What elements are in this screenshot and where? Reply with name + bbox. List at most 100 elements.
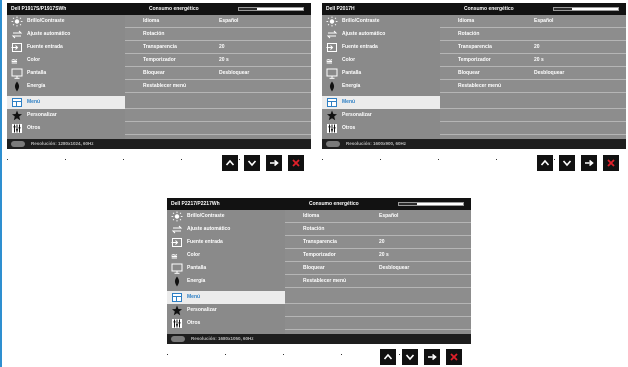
- menu-item-label: Ajuste automático: [342, 31, 386, 37]
- submenu-row[interactable]: [125, 96, 311, 109]
- up-button[interactable]: [380, 349, 396, 365]
- submenu-row[interactable]: Temporizador 20 s: [125, 54, 311, 67]
- submenu-row[interactable]: Restablecer menú: [285, 275, 471, 288]
- up-button[interactable]: [537, 155, 553, 171]
- osd-header: Dell P1917S/P1917SWh Consumo energético: [7, 3, 311, 15]
- menu-item[interactable]: Otros: [167, 317, 285, 330]
- up-button[interactable]: [222, 155, 238, 171]
- ok-button[interactable]: [424, 349, 440, 365]
- osd-footer: Resolución: 1280x1024, 60Hz: [7, 139, 311, 149]
- submenu-row[interactable]: Idioma Español: [285, 210, 471, 223]
- submenu-row[interactable]: Temporizador 20 s: [285, 249, 471, 262]
- menu-item[interactable]: Otros: [322, 122, 440, 135]
- menu-item[interactable]: Energía: [322, 80, 440, 93]
- monitor-buttons: [222, 155, 306, 171]
- setting-value: Desbloquear: [534, 70, 565, 76]
- position-mark: [322, 159, 323, 160]
- submenu-row[interactable]: [285, 304, 471, 317]
- menu-item[interactable]: Personalizar: [7, 109, 125, 122]
- submenu-row[interactable]: Idioma Español: [440, 15, 626, 28]
- menu-item[interactable]: Menú: [167, 291, 285, 304]
- submenu-row[interactable]: [440, 109, 626, 122]
- submenu-row[interactable]: Bloquear Desbloquear: [285, 262, 471, 275]
- menu-item[interactable]: ≅ Color: [7, 54, 125, 67]
- menu-item[interactable]: Menú: [7, 96, 125, 109]
- submenu-row[interactable]: Transparencia 20: [440, 41, 626, 54]
- submenu-row[interactable]: Restablecer menú: [440, 80, 626, 93]
- menu-item-label: Menú: [187, 294, 201, 300]
- menu-item[interactable]: Ajuste automático: [7, 28, 125, 41]
- submenu-row[interactable]: Restablecer menú: [125, 80, 311, 93]
- energy-usage-fill: [554, 8, 572, 10]
- osd-footer: Resolución: 1600x900, 60Hz: [322, 139, 626, 149]
- menu-item[interactable]: Otros: [7, 122, 125, 135]
- menu-item[interactable]: Ajuste automático: [167, 223, 285, 236]
- menu-item-label: Fuente entrada: [342, 44, 378, 50]
- display-icon: [171, 263, 183, 274]
- ok-button[interactable]: [266, 155, 282, 171]
- setting-label: Bloquear: [303, 265, 325, 271]
- position-mark: [341, 354, 342, 355]
- exit-button[interactable]: [288, 155, 304, 171]
- submenu-row[interactable]: [285, 317, 471, 330]
- menu-item[interactable]: Fuente entrada: [322, 41, 440, 54]
- menu-item[interactable]: Pantalla: [7, 67, 125, 80]
- menu-item[interactable]: ≅ Color: [322, 54, 440, 67]
- setting-label: Rotación: [458, 31, 480, 37]
- menu-item-label: Otros: [27, 125, 41, 131]
- menu-item-label: Brillo/Contraste: [187, 213, 225, 219]
- menu-item[interactable]: Personalizar: [167, 304, 285, 317]
- down-button[interactable]: [559, 155, 575, 171]
- menu-item[interactable]: Menú: [322, 96, 440, 109]
- setting-value: Desbloquear: [379, 265, 410, 271]
- submenu-row[interactable]: Rotación: [285, 223, 471, 236]
- menu-item-label: Fuente entrada: [187, 239, 223, 245]
- menu-item[interactable]: Energía: [167, 275, 285, 288]
- position-mark: [225, 354, 226, 355]
- submenu-row[interactable]: [440, 122, 626, 135]
- submenu-row[interactable]: Bloquear Desbloquear: [440, 67, 626, 80]
- menu-icon: [11, 97, 23, 108]
- menu-item[interactable]: Brillo/Contraste: [322, 15, 440, 28]
- color-icon: ≅: [326, 55, 338, 66]
- submenu-row[interactable]: Idioma Español: [125, 15, 311, 28]
- osd-menu-sidebar: Brillo/Contraste Ajuste automático Fuente …: [167, 210, 285, 334]
- submenu-row[interactable]: Rotación: [125, 28, 311, 41]
- submenu-row[interactable]: Transparencia 20: [285, 236, 471, 249]
- setting-label: Transparencia: [143, 44, 177, 50]
- others-icon: [326, 123, 338, 134]
- menu-item[interactable]: Fuente entrada: [167, 236, 285, 249]
- menu-item[interactable]: Energía: [7, 80, 125, 93]
- menu-item-label: Ajuste automático: [187, 226, 231, 232]
- submenu-row[interactable]: Bloquear Desbloquear: [125, 67, 311, 80]
- position-mark: [283, 354, 284, 355]
- submenu-row[interactable]: Temporizador 20 s: [440, 54, 626, 67]
- submenu-row[interactable]: Rotación: [440, 28, 626, 41]
- osd-menu-sidebar: Brillo/Contraste Ajuste automático Fuente …: [322, 15, 440, 139]
- down-button[interactable]: [402, 349, 418, 365]
- menu-item[interactable]: Brillo/Contraste: [167, 210, 285, 223]
- submenu-row[interactable]: [440, 96, 626, 109]
- menu-item[interactable]: Ajuste automático: [322, 28, 440, 41]
- menu-item[interactable]: Fuente entrada: [7, 41, 125, 54]
- ok-button[interactable]: [581, 155, 597, 171]
- exit-button[interactable]: [446, 349, 462, 365]
- submenu-row[interactable]: [125, 109, 311, 122]
- submenu-row[interactable]: Transparencia 20: [125, 41, 311, 54]
- input-source-icon: [11, 42, 23, 53]
- submenu-row[interactable]: [125, 122, 311, 135]
- exit-button[interactable]: [603, 155, 619, 171]
- down-button[interactable]: [244, 155, 260, 171]
- osd-footer: Resolución: 1680x1050, 60Hz: [167, 334, 471, 344]
- menu-item[interactable]: Brillo/Contraste: [7, 15, 125, 28]
- energy-usage-bar: [238, 7, 304, 11]
- resolution-icon: [11, 141, 25, 147]
- menu-item[interactable]: Pantalla: [167, 262, 285, 275]
- menu-item[interactable]: Pantalla: [322, 67, 440, 80]
- menu-item-label: Color: [342, 57, 356, 63]
- menu-item[interactable]: Personalizar: [322, 109, 440, 122]
- setting-value: 20: [379, 239, 385, 245]
- menu-item[interactable]: ≅ Color: [167, 249, 285, 262]
- submenu-row[interactable]: [285, 291, 471, 304]
- position-mark: [181, 159, 182, 160]
